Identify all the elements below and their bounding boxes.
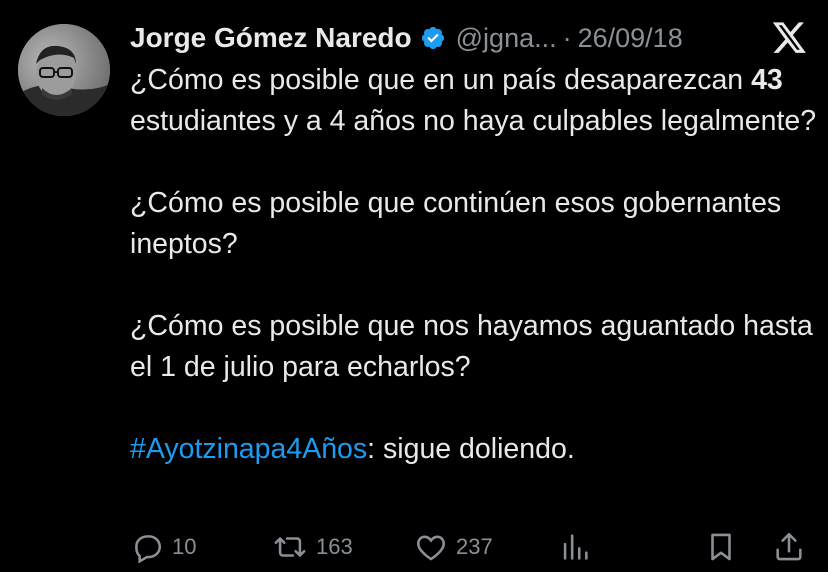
like-button[interactable]: 237 — [414, 530, 493, 564]
paragraph-4: #Ayotzinapa4Años: sigue doliendo. — [130, 433, 575, 465]
share-button[interactable] — [772, 530, 806, 564]
bookmark-button[interactable] — [704, 530, 738, 564]
bookmark-icon — [711, 533, 731, 561]
views-button[interactable] — [558, 530, 592, 564]
avatar[interactable] — [18, 24, 110, 116]
retweet-icon — [274, 537, 306, 557]
paragraph-1: ¿Cómo es posible que en un país desapare… — [130, 64, 817, 137]
reply-icon — [135, 535, 162, 564]
action-bar: 10 163 237 — [130, 530, 810, 566]
views-icon — [563, 534, 588, 560]
tweet-text: ¿Cómo es posible que en un país desapare… — [130, 60, 820, 470]
author-handle[interactable]: @jgna... — [456, 23, 557, 54]
reply-button[interactable]: 10 — [130, 530, 196, 564]
like-count: 237 — [456, 534, 493, 559]
verified-badge-icon — [420, 25, 446, 51]
avatar-photo — [18, 24, 110, 116]
x-logo-icon[interactable] — [772, 22, 807, 54]
hashtag-link[interactable]: #Ayotzinapa4Años — [130, 433, 367, 465]
author-name[interactable]: Jorge Gómez Naredo — [130, 22, 412, 54]
like-icon — [417, 535, 445, 561]
retweet-button[interactable]: 163 — [272, 530, 353, 564]
tweet-header: Jorge Gómez Naredo @jgna... · 26/09/18 — [130, 16, 683, 60]
paragraph-2: ¿Cómo es posible que continúen esos gobe… — [130, 187, 782, 260]
tweet-date[interactable]: 26/09/18 — [578, 23, 683, 54]
reply-count: 10 — [172, 534, 197, 559]
share-icon — [776, 532, 802, 561]
paragraph-3: ¿Cómo es posible que nos hayamos aguanta… — [130, 310, 813, 383]
retweet-count: 163 — [316, 534, 353, 559]
header-separator: · — [562, 22, 572, 53]
